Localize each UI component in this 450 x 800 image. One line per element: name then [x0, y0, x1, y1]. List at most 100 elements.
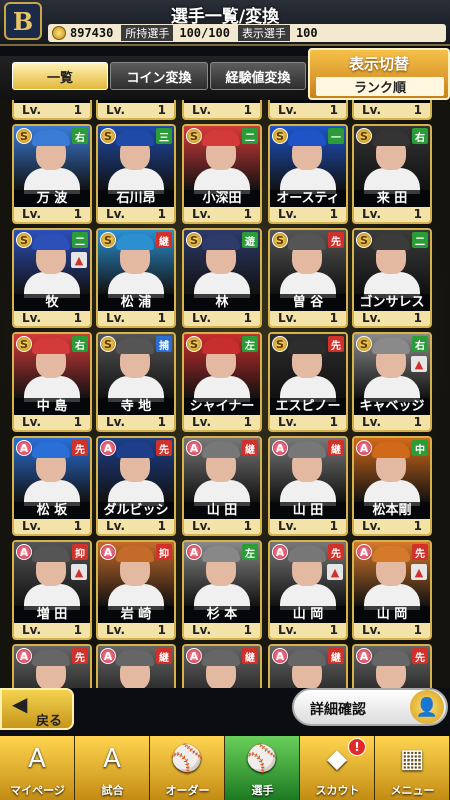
rank-badge: S: [186, 336, 202, 352]
player-name: 岩 崎: [98, 606, 174, 623]
player-name: 万 波: [14, 190, 90, 207]
player-card[interactable]: A 先 ▲ 山 岡 Lv. 1: [352, 540, 432, 640]
player-card[interactable]: A 先松 坂 Lv. 1: [12, 436, 92, 536]
nav-item-1[interactable]: A 試合: [75, 736, 150, 800]
player-card[interactable]: S 二ゴンサレス Lv. 1: [352, 228, 432, 328]
level-value: 1: [73, 623, 82, 637]
back-label: 戻る: [36, 714, 63, 729]
position-badge: 二: [72, 232, 88, 248]
player-card[interactable]: 大 城Lv.1: [352, 100, 432, 120]
player-card[interactable]: S 右来 田 Lv. 1: [352, 124, 432, 224]
rank-badge: S: [16, 232, 32, 248]
player-card[interactable]: S 二 ▲ 牧 Lv. 1: [12, 228, 92, 328]
position-badge: 継: [328, 648, 344, 664]
display-toggle-button[interactable]: 表示切替 ランク順: [308, 48, 450, 100]
player-card[interactable]: 清 宮Lv.1: [12, 100, 92, 120]
position-badge: 先: [156, 440, 172, 456]
player-name: シャイナー: [184, 398, 260, 415]
nav-label: オーダー: [165, 784, 210, 797]
player-card[interactable]: S 遊林 Lv. 1: [182, 228, 262, 328]
player-card[interactable]: A 抑岩 崎 Lv. 1: [96, 540, 176, 640]
player-card[interactable]: A 先ダルビッシュLv. 1: [96, 436, 176, 536]
detail-button[interactable]: 詳細確認 👤: [292, 688, 448, 726]
tab-coin-convert[interactable]: コイン変換: [110, 62, 208, 90]
player-card[interactable]: S 右 ▲ キャベッジ Lv. 1: [352, 332, 432, 432]
player-name: エスピノーザ: [270, 398, 346, 430]
player-card[interactable]: S 先エスピノーザLv. 1: [268, 332, 348, 432]
position-badge: 先: [72, 440, 88, 456]
upgrade-icon: ▲: [411, 564, 427, 580]
player-cap: [202, 546, 240, 562]
player-cap: [116, 234, 154, 250]
player-card[interactable]: A 先 ▲ 山 岡 Lv. 1: [268, 540, 348, 640]
player-name: 山 岡: [354, 606, 430, 623]
level-label: Lv.: [362, 103, 382, 117]
level-label: Lv.: [278, 207, 298, 221]
player-cap: [32, 546, 70, 562]
player-cap: [116, 546, 154, 562]
position-badge: 左: [242, 544, 258, 560]
shown-label: 表示選手: [237, 25, 290, 41]
position-badge: 継: [242, 440, 258, 456]
tab-list[interactable]: 一覧: [12, 62, 108, 90]
player-card[interactable]: S 捕寺 地 Lv. 1: [96, 332, 176, 432]
level-value: 1: [329, 103, 338, 117]
player-card[interactable]: A 中松本剛 Lv. 1: [352, 436, 432, 536]
player-card[interactable]: S 右中 島 Lv. 1: [12, 332, 92, 432]
nav-item-3[interactable]: ⚾ 選手: [225, 736, 300, 800]
player-level: Lv. 1: [354, 311, 430, 326]
player-level: Lv. 1: [98, 207, 174, 222]
nav-item-5[interactable]: ▦ メニュー: [375, 736, 450, 800]
nav-label: スカウト: [315, 784, 360, 797]
level-value: 1: [157, 415, 166, 429]
player-cap: [32, 650, 70, 666]
rank-badge: S: [16, 336, 32, 352]
nav-item-4[interactable]: ◆ スカウト!: [300, 736, 375, 800]
player-card[interactable]: A 継山 田 Lv. 1: [182, 436, 262, 536]
level-value: 1: [329, 519, 338, 533]
player-level: Lv. 1: [98, 623, 174, 638]
rank-badge: S: [356, 128, 372, 144]
rank-badge: A: [16, 544, 32, 560]
player-cap: [372, 546, 410, 562]
player-name: オースティン: [270, 190, 346, 222]
player-card[interactable]: A 抑 ▲ 増 田 Lv. 1: [12, 540, 92, 640]
position-badge: 二: [412, 232, 428, 248]
player-card[interactable]: S 先曽 谷 Lv. 1: [268, 228, 348, 328]
owned-value: 100/100: [179, 26, 230, 40]
player-card[interactable]: A 継山 田 Lv. 1: [268, 436, 348, 536]
level-label: Lv.: [106, 415, 126, 429]
player-card[interactable]: 藤 原Lv.1: [268, 100, 348, 120]
level-value: 1: [243, 415, 252, 429]
player-card[interactable]: S 右万 波 Lv. 1: [12, 124, 92, 224]
player-card[interactable]: A先: [352, 644, 432, 688]
back-button[interactable]: ◀ 戻る: [0, 688, 74, 730]
player-level: Lv. 1: [98, 415, 174, 430]
player-card[interactable]: A継: [182, 644, 262, 688]
player-card[interactable]: A継: [268, 644, 348, 688]
position-badge: 右: [72, 336, 88, 352]
level-label: Lv.: [106, 103, 126, 117]
player-card[interactable]: A 左杉 本 Lv. 1: [182, 540, 262, 640]
back-arrow-icon: ◀: [12, 692, 28, 716]
tab-exp-convert[interactable]: 経験値変換: [210, 62, 306, 90]
shown-value: 100: [295, 26, 318, 40]
nav-item-0[interactable]: A マイページ: [0, 736, 75, 800]
player-cap: [288, 130, 326, 146]
rank-badge: S: [272, 232, 288, 248]
nav-item-2[interactable]: ⚾ オーダー: [150, 736, 225, 800]
player-card[interactable]: 清 水Lv.1: [182, 100, 262, 120]
player-cap: [288, 546, 326, 562]
rank-badge: S: [100, 336, 116, 352]
player-card[interactable]: S 三石川昂 Lv. 1: [96, 124, 176, 224]
player-card[interactable]: S 二小深田 Lv. 1: [182, 124, 262, 224]
player-card[interactable]: 田中瑛Lv.1: [96, 100, 176, 120]
player-card[interactable]: S 左シャイナー Lv. 1: [182, 332, 262, 432]
player-card[interactable]: A先: [12, 644, 92, 688]
player-card[interactable]: S 継松 浦 Lv. 1: [96, 228, 176, 328]
position-badge: 二: [242, 128, 258, 144]
player-card[interactable]: A継: [96, 644, 176, 688]
player-name: 中 島: [14, 398, 90, 415]
player-card[interactable]: S 一オースティンLv. 1: [268, 124, 348, 224]
position-badge: 先: [412, 544, 428, 560]
